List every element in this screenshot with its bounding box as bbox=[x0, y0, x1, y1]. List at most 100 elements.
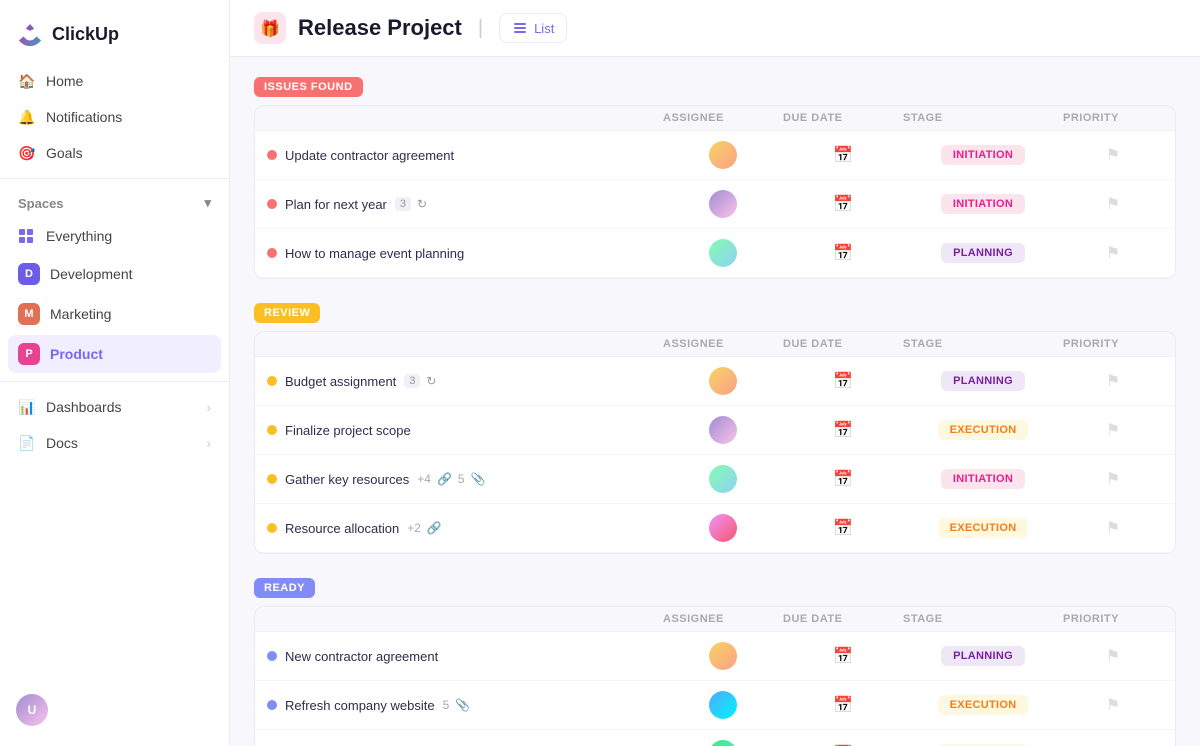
link-icon: 🔗 bbox=[427, 521, 442, 535]
docs-icon: 📄 bbox=[18, 434, 36, 452]
stage-badge: PLANNING bbox=[941, 646, 1025, 666]
attachment-icon: 📎 bbox=[471, 472, 486, 486]
stage-cell: EXECUTION bbox=[903, 420, 1063, 440]
section-review: REVIEW ASSIGNEE DUE DATE STAGE PRIORITY … bbox=[254, 303, 1176, 554]
sidebar-item-home[interactable]: 🏠 Home bbox=[8, 64, 221, 98]
section-header-review: REVIEW bbox=[254, 303, 1176, 323]
chevron-down-icon: ▾ bbox=[204, 195, 211, 211]
task-name-cell: How to manage event planning bbox=[267, 246, 663, 261]
priority-flag-icon: ⚑ bbox=[1106, 646, 1120, 666]
sidebar-item-label: Goals bbox=[46, 145, 83, 161]
bottom-nav: 📊 Dashboards › 📄 Docs › bbox=[0, 390, 229, 460]
col-duedate: DUE DATE bbox=[783, 112, 903, 124]
project-icon: 🎁 bbox=[254, 12, 286, 44]
table-row[interactable]: Plan for next year 3 ↻ 📅 bbox=[255, 180, 1175, 229]
avatar-img bbox=[709, 141, 737, 169]
priority-cell: ⚑ bbox=[1063, 518, 1163, 538]
table-row[interactable]: Update contractor agreement 📅 INITIATION bbox=[255, 131, 1175, 180]
table-row[interactable]: Budget assignment 3 ↻ 📅 PLANNING ⚑ bbox=[255, 357, 1175, 406]
link-icon: 🔗 bbox=[437, 472, 452, 486]
sidebar-bottom: U bbox=[0, 686, 229, 734]
calendar-icon: 📅 bbox=[833, 695, 853, 715]
sidebar-item-product[interactable]: P Product bbox=[8, 335, 221, 373]
assignee-cell bbox=[663, 190, 783, 218]
priority-dot bbox=[267, 474, 277, 484]
col-stage: STAGE bbox=[903, 338, 1063, 350]
attach-count: 5 bbox=[458, 472, 465, 486]
sidebar-item-label: Notifications bbox=[46, 109, 122, 125]
avatar-img bbox=[709, 190, 737, 218]
avatar-img bbox=[709, 239, 737, 267]
sidebar-item-everything[interactable]: Everything bbox=[8, 219, 221, 253]
duedate-cell: 📅 bbox=[783, 243, 903, 263]
assignee-cell bbox=[663, 514, 783, 542]
view-label: List bbox=[534, 21, 554, 36]
ready-table: ASSIGNEE DUE DATE STAGE PRIORITY New con… bbox=[254, 606, 1176, 746]
task-name-cell: Gather key resources +4 🔗 5 📎 bbox=[267, 472, 663, 487]
project-icon-container: 🎁 bbox=[254, 12, 286, 44]
table-row[interactable]: How to manage event planning 📅 PLANNING bbox=[255, 229, 1175, 278]
col-name bbox=[267, 613, 663, 625]
spaces-header[interactable]: Spaces ▾ bbox=[0, 187, 229, 219]
sidebar-divider bbox=[0, 178, 229, 179]
sidebar-item-label: Product bbox=[50, 346, 103, 362]
priority-flag-icon: ⚑ bbox=[1106, 469, 1120, 489]
space-badge-development: D bbox=[18, 263, 40, 285]
section-badge-issues: ISSUES FOUND bbox=[254, 77, 363, 97]
issues-table: ASSIGNEE DUE DATE STAGE PRIORITY Update … bbox=[254, 105, 1176, 279]
priority-dot bbox=[267, 248, 277, 258]
calendar-icon: 📅 bbox=[833, 518, 853, 538]
home-icon: 🏠 bbox=[18, 72, 36, 90]
col-stage: STAGE bbox=[903, 112, 1063, 124]
stage-cell: PLANNING bbox=[903, 646, 1063, 666]
stage-badge: EXECUTION bbox=[938, 695, 1029, 715]
sidebar-item-dashboards[interactable]: 📊 Dashboards › bbox=[8, 390, 221, 424]
section-header-ready: READY bbox=[254, 578, 1176, 598]
priority-flag-icon: ⚑ bbox=[1106, 420, 1120, 440]
task-text: How to manage event planning bbox=[285, 246, 464, 261]
col-assignee: ASSIGNEE bbox=[663, 338, 783, 350]
avatar-img bbox=[709, 416, 737, 444]
assignee-cell bbox=[663, 239, 783, 267]
task-text: New contractor agreement bbox=[285, 649, 438, 664]
bell-icon: 🔔 bbox=[18, 108, 36, 126]
table-row[interactable]: Resource allocation +2 🔗 📅 EXECUTION ⚑ bbox=[255, 504, 1175, 553]
table-row[interactable]: Gather key resources +4 🔗 5 📎 📅 INIT bbox=[255, 455, 1175, 504]
priority-dot bbox=[267, 651, 277, 661]
stage-badge: EXECUTION bbox=[938, 420, 1029, 440]
priority-dot bbox=[267, 425, 277, 435]
col-name bbox=[267, 112, 663, 124]
table-row[interactable]: New contractor agreement 📅 PLANNING ⚑ bbox=[255, 632, 1175, 681]
sidebar-item-notifications[interactable]: 🔔 Notifications bbox=[8, 100, 221, 134]
calendar-icon: 📅 bbox=[833, 646, 853, 666]
col-priority: PRIORITY bbox=[1063, 338, 1163, 350]
main-content: 🎁 Release Project | List ISSUES FOUND AS… bbox=[230, 0, 1200, 746]
target-icon: 🎯 bbox=[18, 144, 36, 162]
view-toggle-list[interactable]: List bbox=[499, 13, 567, 43]
sidebar-item-label: Dashboards bbox=[46, 399, 122, 415]
assignee-cell bbox=[663, 416, 783, 444]
table-row[interactable]: Finalize project scope 📅 EXECUTION ⚑ bbox=[255, 406, 1175, 455]
priority-cell: ⚑ bbox=[1063, 145, 1163, 165]
project-title: Release Project bbox=[298, 15, 462, 41]
dashboards-icon: 📊 bbox=[18, 398, 36, 416]
priority-cell: ⚑ bbox=[1063, 469, 1163, 489]
priority-flag-icon: ⚑ bbox=[1106, 371, 1120, 391]
sidebar-item-marketing[interactable]: M Marketing bbox=[8, 295, 221, 333]
user-area[interactable]: U bbox=[16, 694, 213, 726]
stage-cell: EXECUTION bbox=[903, 695, 1063, 715]
table-row[interactable]: Update key objectives 5 📎 📅 EXECUTION ⚑ bbox=[255, 730, 1175, 746]
sidebar-item-development[interactable]: D Development bbox=[8, 255, 221, 293]
priority-flag-icon: ⚑ bbox=[1106, 243, 1120, 263]
priority-flag-icon: ⚑ bbox=[1106, 194, 1120, 214]
assignee-cell bbox=[663, 740, 783, 746]
clickup-logo-icon bbox=[16, 20, 44, 48]
duedate-cell: 📅 bbox=[783, 695, 903, 715]
col-duedate: DUE DATE bbox=[783, 338, 903, 350]
section-badge-review: REVIEW bbox=[254, 303, 320, 323]
sidebar-item-goals[interactable]: 🎯 Goals bbox=[8, 136, 221, 170]
table-header-review: ASSIGNEE DUE DATE STAGE PRIORITY bbox=[255, 332, 1175, 357]
sidebar-item-docs[interactable]: 📄 Docs › bbox=[8, 426, 221, 460]
stage-cell: INITIATION bbox=[903, 469, 1063, 489]
table-row[interactable]: Refresh company website 5 📎 📅 EXECUTION … bbox=[255, 681, 1175, 730]
